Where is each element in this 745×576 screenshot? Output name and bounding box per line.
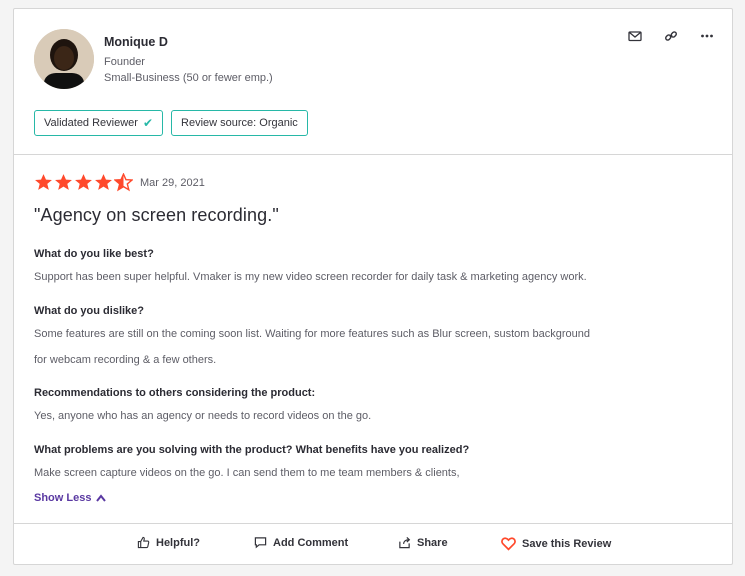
more-icon[interactable] [700, 29, 714, 43]
question: What do you dislike? [34, 305, 145, 317]
show-less-label: Show Less [34, 492, 92, 504]
helpful-label: Helpful? [156, 536, 200, 549]
add-comment-button[interactable]: Add Comment [254, 536, 348, 549]
save-review-button[interactable]: Save this Review [501, 536, 611, 551]
star-full-icon [35, 174, 52, 190]
reviewer-segment: Small-Business (50 or fewer emp.) [104, 72, 273, 84]
avatar [34, 29, 94, 89]
answer: Support has been super helpful. Vmaker i… [34, 271, 587, 283]
heart-icon [501, 537, 516, 551]
validated-reviewer-badge: Validated Reviewer ✔ [34, 110, 164, 136]
share-icon [399, 536, 411, 549]
rating-row: Mar 29, 2021 [34, 173, 205, 192]
link-icon[interactable] [664, 29, 678, 43]
share-button[interactable]: Share [398, 536, 448, 549]
answer: Yes, anyone who has an agency or needs t… [34, 410, 372, 422]
avatar-image [34, 29, 94, 89]
share-label: Share [417, 536, 448, 549]
star-half-icon [114, 173, 133, 192]
reviewer-title: Founder [104, 56, 145, 68]
thumbs-up-icon [137, 536, 150, 549]
reviewer-header: Monique D Founder Small-Business (50 or … [14, 9, 732, 155]
star-rating [34, 173, 133, 192]
star-full-icon [95, 174, 112, 190]
comment-icon [254, 537, 267, 549]
qa-dislike: What do you dislike? Some features are s… [34, 305, 590, 373]
reviewer-badges: Validated Reviewer ✔ Review source: Orga… [34, 110, 308, 136]
answer-line: for webcam recording & a few others. [34, 354, 217, 366]
reviewer-name: Monique D [104, 35, 168, 49]
answer-line: Some features are still on the coming so… [34, 328, 590, 340]
add-comment-label: Add Comment [273, 536, 349, 549]
review-footer: Helpful? Add Comment Share Save this Rev… [14, 523, 732, 564]
review-source-label: Review source: Organic [181, 117, 298, 129]
review-source-badge: Review source: Organic [171, 110, 308, 136]
review-date: Mar 29, 2021 [140, 176, 205, 189]
qa-like-best: What do you like best? Support has been … [34, 248, 587, 290]
qa-problems-solved: What problems are you solving with the p… [34, 444, 469, 486]
validated-reviewer-label: Validated Reviewer [44, 117, 138, 129]
header-actions [628, 29, 714, 43]
question: What problems are you solving with the p… [34, 444, 470, 456]
show-less-link[interactable]: Show Less [34, 492, 107, 504]
star-full-icon [55, 174, 72, 190]
chevron-up-icon [96, 494, 107, 502]
question: Recommendations to others considering th… [34, 387, 316, 399]
review-title: "Agency on screen recording." [34, 205, 279, 225]
mail-icon[interactable] [628, 29, 642, 43]
save-review-label: Save this Review [522, 537, 612, 550]
star-full-icon [75, 174, 92, 190]
answer: Make screen capture videos on the go. I … [34, 467, 460, 479]
review-card: Monique D Founder Small-Business (50 or … [13, 8, 733, 565]
check-icon: ✔ [142, 116, 154, 130]
question: What do you like best? [34, 248, 154, 260]
helpful-button[interactable]: Helpful? [137, 536, 200, 549]
qa-recommendations: Recommendations to others considering th… [34, 387, 371, 429]
